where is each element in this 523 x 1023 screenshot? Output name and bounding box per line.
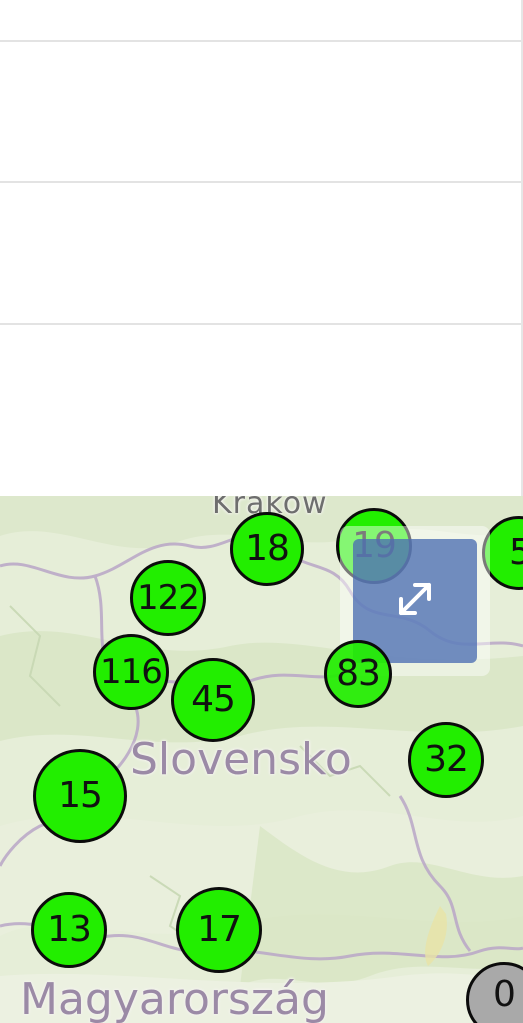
map-label-country: Magyarország [20, 974, 329, 1023]
cluster-marker[interactable]: 45 [171, 658, 255, 742]
map-label-country: Slovensko [130, 734, 352, 785]
map-view[interactable]: Kraków Slovensko Magyarország 18 19 5 12… [0, 496, 523, 1023]
expand-arrows-icon [393, 577, 437, 626]
list-row[interactable] [0, 0, 521, 42]
cluster-marker[interactable]: 18 [230, 512, 304, 586]
blank-area [0, 325, 521, 496]
list-row[interactable] [0, 183, 521, 325]
page: Kraków Slovensko Magyarország 18 19 5 12… [0, 0, 523, 1023]
cluster-marker[interactable]: 13 [31, 892, 107, 968]
cluster-marker[interactable]: 17 [176, 887, 262, 973]
cluster-marker[interactable]: 15 [33, 749, 127, 843]
cluster-marker[interactable]: 122 [130, 560, 206, 636]
cluster-marker[interactable]: 83 [324, 640, 392, 708]
cluster-marker[interactable]: 32 [408, 722, 484, 798]
list-row[interactable] [0, 42, 521, 183]
cluster-marker[interactable]: 116 [93, 634, 169, 710]
